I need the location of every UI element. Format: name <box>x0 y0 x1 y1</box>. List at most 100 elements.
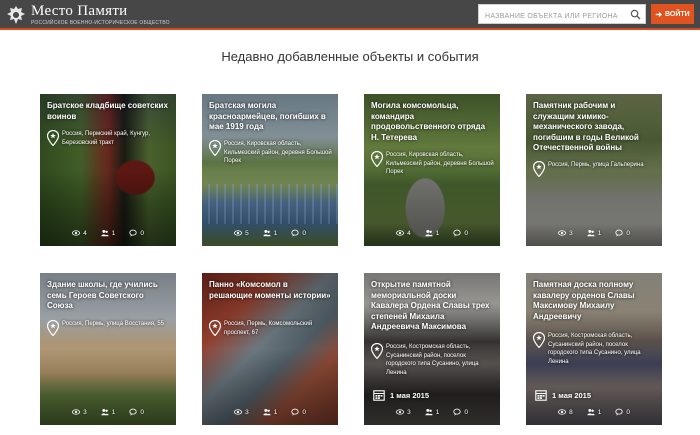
card-stats: 4 1 0 <box>364 229 500 237</box>
object-card[interactable]: Памятник рабочим и служащим химико-механ… <box>526 94 662 246</box>
login-label: ВОЙТИ <box>665 10 690 18</box>
card-stats: 5 1 0 <box>202 229 338 237</box>
logo-subtitle: РОССИЙСКОЕ ВОЕННО-ИСТОРИЧЕСКОЕ ОБЩЕСТВО <box>31 20 170 26</box>
map-pin-icon <box>533 161 545 177</box>
views-count: 3 <box>569 229 573 237</box>
card-title: Памятная доска полному кавалеру орденов … <box>533 280 635 321</box>
comment-icon <box>453 229 461 237</box>
card-location-text: Россия, Кировская область, Кильмезский р… <box>386 152 494 175</box>
card-location: Россия, Пермь, Комсомольский проспект, 6… <box>209 320 333 337</box>
users-icon <box>587 229 595 237</box>
views-count: 8 <box>569 408 573 416</box>
card-stats: 3 1 0 <box>40 408 176 416</box>
views-count: 3 <box>245 408 249 416</box>
card-title: Братская могила красноармейцев, погибших… <box>209 101 326 131</box>
object-card[interactable]: Могила комсомольца, командира продовольс… <box>364 94 500 246</box>
comment-icon <box>129 229 137 237</box>
site-logo[interactable]: Место Памяти РОССИЙСКОЕ ВОЕННО-ИСТОРИЧЕС… <box>6 3 170 27</box>
card-title: Могила комсомольца, командира продовольс… <box>371 101 486 142</box>
views-count: 4 <box>407 229 411 237</box>
login-button[interactable]: ➜ ВОЙТИ <box>651 4 694 24</box>
comments-count: 0 <box>302 408 306 416</box>
search-input[interactable] <box>479 7 629 26</box>
card-location: Россия, Пермский край, Кунгур, Березовск… <box>47 130 171 147</box>
views-count: 4 <box>83 229 87 237</box>
login-arrow-icon: ➜ <box>655 9 663 19</box>
eye-icon <box>558 409 567 415</box>
search-icon[interactable] <box>630 9 641 20</box>
object-card[interactable]: Панно «Комсомол в решающие моменты истор… <box>202 273 338 425</box>
card-stats: 4 1 0 <box>40 229 176 237</box>
card-location: Россия, Кировская область, Кильмезский р… <box>371 151 495 177</box>
comments-count: 0 <box>464 408 468 416</box>
views-count: 5 <box>245 229 249 237</box>
users-icon <box>263 229 271 237</box>
likes-count: 1 <box>597 229 602 237</box>
card-title: Здание школы, где учились семь Героев Со… <box>47 280 158 310</box>
event-card[interactable]: Памятная доска полному кавалеру орденов … <box>526 273 662 425</box>
event-card[interactable]: Открытие памятной мемориальной доски Кав… <box>364 273 500 425</box>
card-location: Россия, Кировская область, Кильмезский р… <box>209 140 333 166</box>
emblem-icon <box>7 6 25 24</box>
comments-count: 0 <box>302 229 306 237</box>
likes-count: 1 <box>273 229 278 237</box>
card-location: Россия, Костромская область, Сусанинский… <box>371 343 495 377</box>
comments-count: 0 <box>464 229 468 237</box>
map-pin-icon <box>371 151 383 167</box>
object-card[interactable]: Братское кладбище советских воинов Росси… <box>40 94 176 246</box>
eye-icon <box>234 230 243 236</box>
likes-count: 1 <box>111 229 116 237</box>
card-location-text: Россия, Пермь, Комсомольский проспект, 6… <box>224 321 313 336</box>
card-stats: 3 1 0 <box>526 229 662 237</box>
logo-title: Место Памяти <box>31 3 128 19</box>
date-text: 1 мая 2015 <box>552 390 592 400</box>
likes-count: 1 <box>273 408 278 416</box>
card-location-text: Россия, Кировская область, Кильмезский р… <box>224 141 332 164</box>
card-stats: 3 1 0 <box>202 408 338 416</box>
calendar-icon <box>373 390 385 401</box>
comments-count: 0 <box>140 408 144 416</box>
map-pin-icon <box>209 140 221 156</box>
eye-icon <box>558 230 567 236</box>
eye-icon <box>234 409 243 415</box>
card-stats: 8 1 0 <box>526 408 662 416</box>
card-date: 1 мая 2015 <box>373 389 429 401</box>
card-title: Панно «Комсомол в решающие моменты истор… <box>209 280 331 300</box>
search-box <box>478 4 646 26</box>
card-location-text: Россия, Пермский край, Кунгур, Березовск… <box>62 131 151 146</box>
map-pin-icon <box>209 320 221 336</box>
users-icon <box>425 229 433 237</box>
object-card[interactable]: Здание школы, где учились семь Героев Со… <box>40 273 176 425</box>
comment-icon <box>615 408 623 416</box>
card-location-text: Россия, Костромская область, Сусанинский… <box>548 333 641 365</box>
card-location: Россия, Пермь, улица Гальперина <box>533 161 657 177</box>
comment-icon <box>129 408 137 416</box>
eye-icon <box>72 409 81 415</box>
users-icon <box>101 229 109 237</box>
users-icon <box>101 408 109 416</box>
card-location: Россия, Костромская область, Сусанинский… <box>533 332 657 366</box>
map-pin-icon <box>47 320 59 336</box>
comments-count: 0 <box>140 229 144 237</box>
date-text: 1 мая 2015 <box>390 390 430 400</box>
comment-icon <box>453 408 461 416</box>
card-title: Открытие памятной мемориальной доски Кав… <box>371 280 490 331</box>
card-location: Россия, Пермь, улица Восстания, 55 <box>47 320 171 336</box>
card-stats: 3 1 0 <box>364 408 500 416</box>
users-icon <box>425 408 433 416</box>
card-location-text: Россия, Пермь, улица Восстания, 55 <box>62 321 165 327</box>
top-navigation-bar: Место Памяти РОССИЙСКОЕ ВОЕННО-ИСТОРИЧЕС… <box>0 0 700 30</box>
comments-count: 0 <box>626 408 630 416</box>
users-icon <box>263 408 271 416</box>
card-date: 1 мая 2015 <box>535 389 591 401</box>
eye-icon <box>396 230 405 236</box>
views-count: 3 <box>407 408 411 416</box>
calendar-icon <box>535 390 547 401</box>
object-card[interactable]: Братская могила красноармейцев, погибших… <box>202 94 338 246</box>
map-pin-icon <box>371 343 383 359</box>
section-title: Недавно добавленные объекты и события <box>221 49 479 64</box>
comment-icon <box>291 408 299 416</box>
views-count: 3 <box>83 408 87 416</box>
map-pin-icon <box>47 130 59 146</box>
comments-count: 0 <box>626 229 630 237</box>
